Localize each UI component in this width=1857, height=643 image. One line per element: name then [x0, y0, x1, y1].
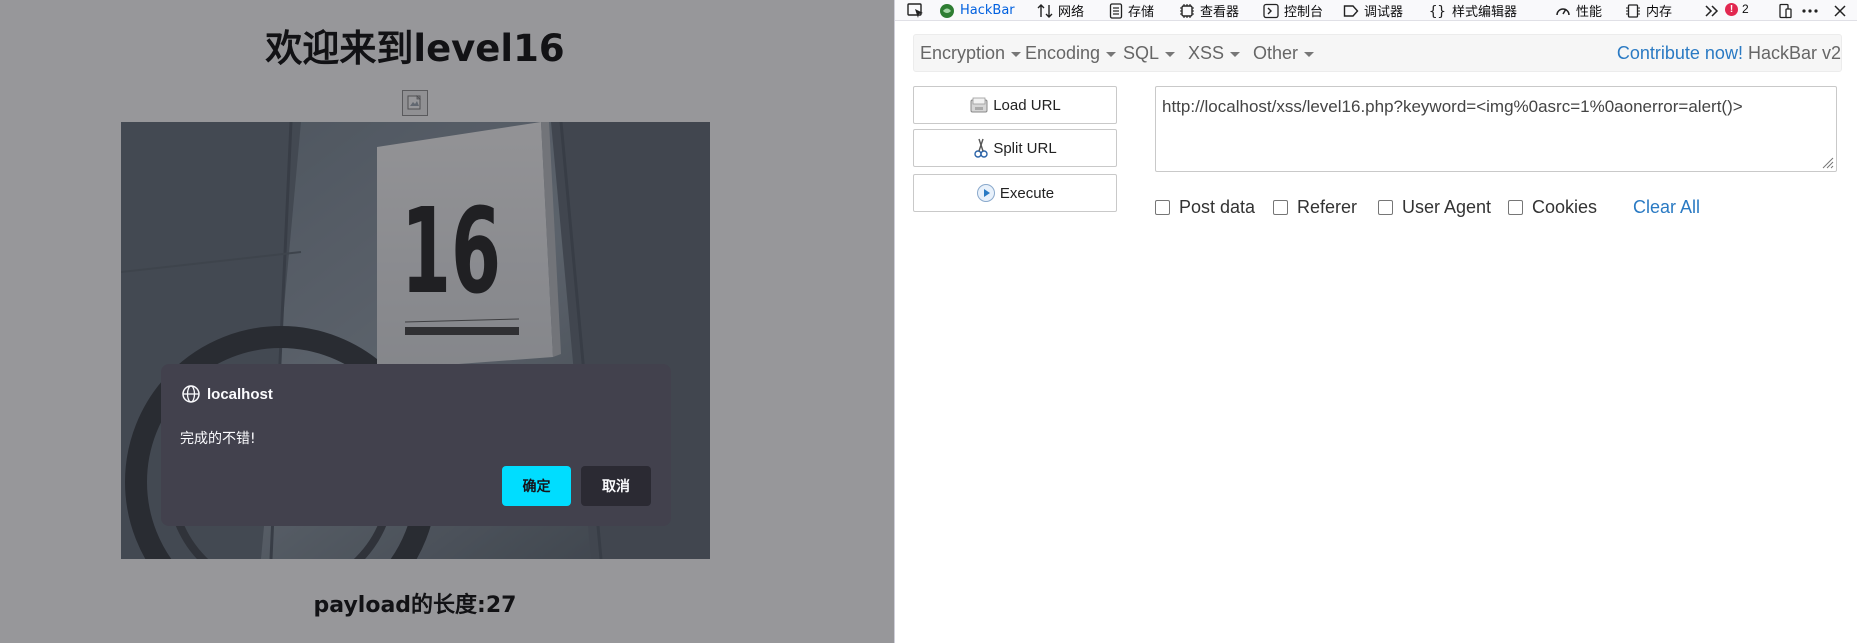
tab-label: 样式编辑器: [1452, 5, 1518, 20]
menu-label: Encoding: [1025, 42, 1101, 63]
user-agent-option[interactable]: User Agent: [1378, 196, 1491, 218]
tab-hackbar[interactable]: HackBar: [939, 0, 1015, 21]
tab-label: 性能: [1576, 5, 1603, 20]
hackbar-menu: Encryption Encoding SQL XSS Other Contri…: [913, 34, 1842, 72]
tab-inspector[interactable]: 查看器: [1179, 0, 1239, 21]
contribute-area: Contribute now! HackBar v2: [1617, 35, 1841, 71]
execute-label: Execute: [999, 184, 1055, 202]
error-icon: !: [1725, 2, 1738, 16]
modal-backdrop: [0, 0, 894, 643]
cancel-button[interactable]: 取消: [581, 466, 651, 506]
tab-label: 网络: [1058, 5, 1085, 20]
tab-performance[interactable]: 性能: [1555, 0, 1602, 21]
more-options-button[interactable]: [1801, 0, 1824, 21]
split-url-button[interactable]: Split URL: [913, 129, 1117, 167]
memory-icon: [1626, 3, 1640, 18]
tab-network[interactable]: 网络: [1037, 0, 1084, 21]
close-icon: [1834, 4, 1846, 17]
clear-all-link[interactable]: Clear All: [1633, 196, 1700, 218]
dialog-message: 完成的不错!: [180, 431, 256, 447]
load-url-button[interactable]: Load URL: [913, 86, 1117, 124]
menu-encoding[interactable]: Encoding: [1025, 35, 1117, 71]
network-icon: [1037, 3, 1053, 18]
menu-xss[interactable]: XSS: [1188, 35, 1241, 71]
hackbar-icon: [940, 3, 954, 18]
menu-label: SQL: [1123, 42, 1160, 63]
hackbar-version: HackBar v2: [1747, 42, 1841, 63]
responsive-mode-icon: [1779, 3, 1792, 18]
caret-down-icon: [1165, 51, 1176, 57]
cookies-checkbox[interactable]: [1508, 199, 1523, 215]
load-url-icon: [970, 97, 988, 113]
url-textarea[interactable]: http://localhost/xss/level16.php?keyword…: [1155, 86, 1837, 172]
tab-label: HackBar: [960, 3, 1015, 18]
option-label: Referer: [1297, 196, 1358, 217]
referer-option[interactable]: Referer: [1273, 196, 1357, 218]
post-data-option[interactable]: Post data: [1155, 196, 1255, 218]
error-count: 2: [1742, 2, 1749, 16]
resize-grip-icon[interactable]: [1820, 155, 1834, 169]
globe-icon: [182, 385, 200, 403]
load-url-label: Load URL: [993, 96, 1061, 114]
user-agent-checkbox[interactable]: [1378, 199, 1393, 215]
caret-down-icon: [1011, 51, 1022, 57]
devtools-panel: HackBar 网络 存储 查看器 控制台 调试器 {} 样式编辑器 性能 内存…: [894, 0, 1857, 643]
style-editor-icon: {}: [1429, 4, 1446, 19]
storage-icon: [1109, 2, 1123, 19]
menu-sql[interactable]: SQL: [1123, 35, 1176, 71]
debugger-icon: [1343, 4, 1359, 17]
error-count-badge[interactable]: ! 2: [1725, 2, 1749, 16]
tab-debugger[interactable]: 调试器: [1343, 0, 1403, 21]
tab-console[interactable]: 控制台: [1263, 0, 1323, 21]
tab-storage[interactable]: 存储: [1109, 0, 1154, 21]
dialog-origin-label: localhost: [207, 385, 273, 403]
url-value: http://localhost/xss/level16.php?keyword…: [1162, 97, 1743, 116]
tab-memory[interactable]: 内存: [1625, 0, 1672, 21]
element-picker-icon: [907, 2, 923, 18]
menu-encryption[interactable]: Encryption: [920, 35, 1022, 71]
devtools-toolbar: HackBar 网络 存储 查看器 控制台 调试器 {} 样式编辑器 性能 内存…: [895, 0, 1857, 21]
ellipsis-icon: [1802, 8, 1818, 13]
alert-dialog: localhost 完成的不错! 确定 取消: [161, 364, 671, 526]
option-label: User Agent: [1402, 196, 1492, 217]
performance-icon: [1556, 7, 1570, 15]
option-label: Cookies: [1532, 196, 1598, 217]
double-chevron-right-icon: [1705, 4, 1719, 17]
post-data-checkbox[interactable]: [1155, 199, 1170, 215]
tab-label: 控制台: [1284, 5, 1324, 20]
menu-label: Encryption: [920, 42, 1006, 63]
caret-down-icon: [1304, 51, 1315, 57]
dock-options-button[interactable]: [1777, 0, 1798, 21]
more-tabs-button[interactable]: [1703, 0, 1724, 21]
play-icon: [976, 184, 995, 202]
menu-label: Other: [1253, 42, 1299, 63]
tab-label: 内存: [1646, 5, 1673, 20]
contribute-link[interactable]: Contribute now!: [1617, 43, 1743, 64]
menu-label: XSS: [1188, 42, 1225, 63]
close-devtools-button[interactable]: [1833, 0, 1852, 21]
inspector-icon: [1180, 3, 1194, 18]
dialog-origin: localhost: [181, 384, 273, 404]
menu-other[interactable]: Other: [1253, 35, 1315, 71]
web-page: 欢迎来到level16 16 payload的长度:27 localhost 完…: [0, 0, 894, 643]
execute-button[interactable]: Execute: [913, 174, 1117, 212]
cookies-option[interactable]: Cookies: [1508, 196, 1597, 218]
element-picker-button[interactable]: [907, 0, 930, 21]
split-url-label: Split URL: [993, 139, 1057, 157]
caret-down-icon: [1106, 51, 1117, 57]
option-label: Post data: [1179, 196, 1256, 217]
scissors-icon: [974, 138, 989, 158]
console-icon: [1263, 3, 1279, 18]
tab-label: 查看器: [1200, 5, 1240, 20]
tab-label: 存储: [1128, 5, 1155, 20]
caret-down-icon: [1230, 51, 1241, 57]
tab-label: 调试器: [1364, 5, 1404, 20]
referer-checkbox[interactable]: [1273, 199, 1288, 215]
svg-text:{}: {}: [1429, 4, 1446, 19]
tab-style-editor[interactable]: {} 样式编辑器: [1429, 0, 1517, 21]
ok-button[interactable]: 确定: [502, 466, 571, 506]
